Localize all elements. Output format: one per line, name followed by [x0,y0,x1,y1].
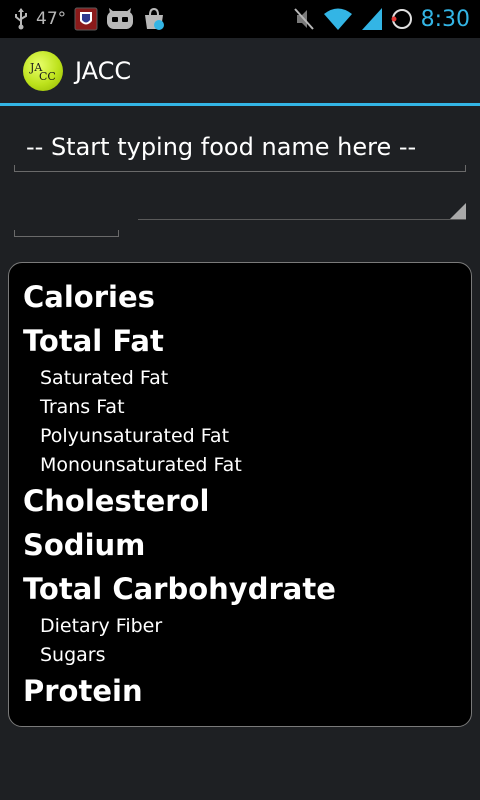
mute-icon [293,7,315,31]
signal-icon [361,7,383,31]
temperature-text: 47° [36,9,67,29]
clock-time: 8:30 [420,6,470,32]
usb-icon [14,8,28,30]
quantity-input[interactable] [14,188,119,237]
quantity-left-tick [14,230,15,236]
app-logo-icon[interactable]: JA CC [23,50,63,91]
app-title: JACC [75,56,132,85]
food-search-field [14,124,466,172]
shopping-bag-icon [142,7,166,31]
action-bar: JA CC JACC [0,38,480,106]
nutrient-sugars: Sugars [40,644,106,666]
food-search-input[interactable] [14,124,466,170]
nfl-app-icon [74,7,98,31]
nutrient-monounsaturated-fat: Monounsaturated Fat [40,454,242,476]
logo-text-bottom: CC [39,69,56,83]
nutrient-sodium: Sodium [23,528,146,562]
search-field-left-tick [14,165,15,171]
nutrient-calories: Calories [23,280,155,314]
status-bar: 47° 8:30 [0,0,480,38]
nutrient-dietary-fiber: Dietary Fiber [40,615,163,637]
status-bar-notifications: 47° [0,7,166,31]
sync-circle-icon [391,8,413,30]
unit-spinner[interactable] [138,196,466,220]
nutrient-polyunsaturated-fat: Polyunsaturated Fat [40,425,230,447]
wifi-icon [323,7,353,31]
quantity-right-tick [118,230,119,236]
nutrient-total-carbohydrate: Total Carbohydrate [23,572,336,606]
cyanogenmod-icon [106,8,134,30]
nutrient-cholesterol: Cholesterol [23,484,210,518]
status-bar-system: 8:30 [293,7,480,32]
nutrient-protein: Protein [23,674,143,708]
nutrient-saturated-fat: Saturated Fat [40,367,169,389]
spinner-dropdown-icon [450,203,466,219]
nutrient-trans-fat: Trans Fat [40,396,125,418]
search-field-right-tick [465,165,466,171]
nutrient-total-fat: Total Fat [23,324,164,358]
nutrition-facts-panel: Calories Total Fat Saturated Fat Trans F… [8,262,472,727]
